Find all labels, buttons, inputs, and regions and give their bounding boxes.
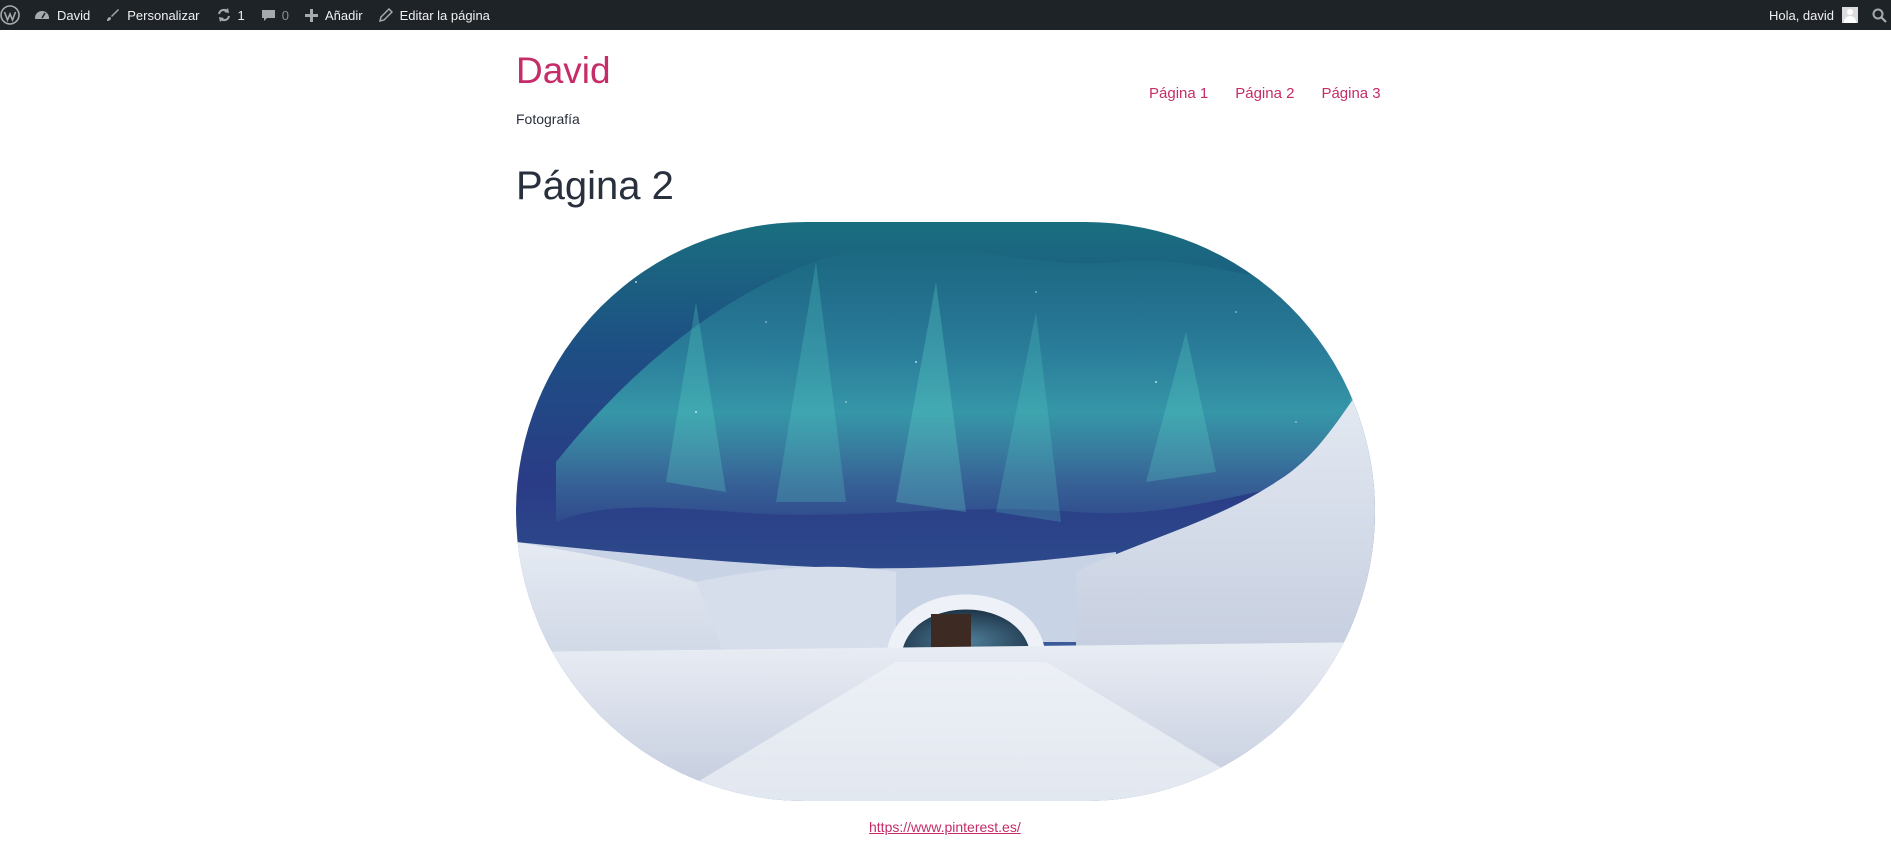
nav-item-pagina-3[interactable]: Página 3: [1321, 85, 1380, 102]
add-new-button[interactable]: Añadir: [297, 0, 371, 30]
customize-label: Personalizar: [127, 7, 200, 23]
updates-button[interactable]: 1: [208, 0, 253, 30]
aurora-ice-hotel-image: [516, 222, 1375, 801]
updates-count: 1: [237, 7, 245, 23]
comment-icon: [261, 8, 276, 23]
pinterest-link[interactable]: https://www.pinterest.es/: [869, 819, 1021, 835]
nav-item-pagina-2[interactable]: Página 2: [1235, 85, 1294, 102]
admin-search-button[interactable]: [1866, 0, 1891, 30]
primary-navigation: Página 1 Página 2 Página 3: [1149, 85, 1381, 102]
customize-button[interactable]: Personalizar: [98, 0, 207, 30]
edit-page-label: Editar la página: [399, 7, 490, 23]
avatar-icon: [1842, 7, 1858, 23]
site-tagline: Fotografía: [516, 111, 580, 127]
add-new-label: Añadir: [324, 7, 363, 23]
brush-icon: [106, 8, 120, 22]
wordpress-icon: [0, 5, 20, 25]
comments-count: 0: [281, 7, 289, 23]
plus-icon: [304, 8, 318, 22]
edit-page-button[interactable]: Editar la página: [371, 0, 498, 30]
search-icon: [1872, 8, 1887, 23]
admin-bar: David Personalizar 1 0 Añadir Editar la …: [0, 0, 1891, 30]
my-account-menu[interactable]: Hola, david: [1761, 0, 1866, 30]
updates-icon: [216, 7, 232, 23]
comments-button[interactable]: 0: [253, 0, 297, 30]
greeting-label: Hola, david: [1768, 7, 1834, 23]
site-name-menu[interactable]: David: [26, 0, 98, 30]
nav-item-pagina-1[interactable]: Página 1: [1149, 85, 1208, 102]
pencil-icon: [378, 8, 393, 22]
site-name-label: David: [57, 7, 91, 23]
site-title[interactable]: David: [516, 50, 611, 92]
page-title: Página 2: [516, 164, 674, 208]
wordpress-menu[interactable]: [0, 0, 26, 30]
dashboard-icon: [34, 7, 50, 23]
